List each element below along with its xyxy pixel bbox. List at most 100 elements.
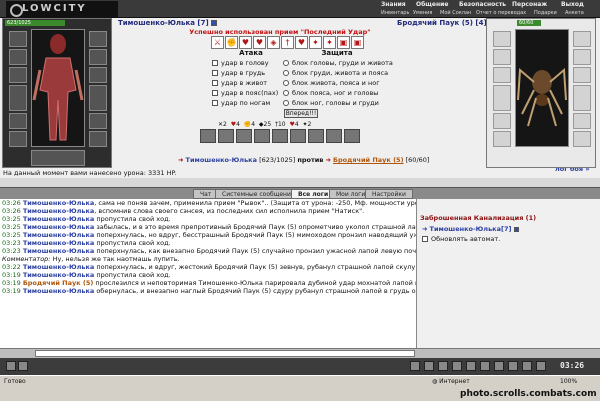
slot-belt[interactable] [493, 131, 511, 147]
slot-helmet[interactable] [493, 31, 511, 47]
slot-amulet[interactable] [9, 67, 27, 83]
menu-knowledge[interactable]: Знания [381, 1, 406, 9]
log-name-link[interactable]: Тимошенко-Юлька [23, 223, 94, 231]
toolbar-button[interactable] [508, 361, 518, 371]
slot-ring-1[interactable] [89, 49, 107, 65]
defense-option[interactable]: блок груди, живота и пояса [283, 68, 393, 78]
skill-slot[interactable] [308, 129, 324, 143]
skill-slot[interactable] [344, 129, 360, 143]
enemy-name[interactable]: Бродячий Паук (5) [4] [397, 19, 498, 27]
info-icon[interactable] [211, 20, 218, 26]
combo-icon[interactable]: ⚔ [211, 36, 224, 49]
skill-slot[interactable] [254, 129, 270, 143]
slot-belt[interactable] [9, 131, 27, 147]
skill-slot[interactable] [218, 129, 234, 143]
toolbar-button[interactable] [424, 361, 434, 371]
submenu-gifts[interactable]: Подарки [534, 9, 557, 17]
log-name-link[interactable]: Тимошенко-Юлька [23, 231, 94, 239]
skill-slot[interactable] [326, 129, 342, 143]
shield-icon[interactable]: ◈ [267, 36, 280, 49]
slot-pants[interactable] [573, 113, 591, 129]
menu-security[interactable]: Безопасность [459, 1, 506, 9]
log-name-link[interactable]: Тимошенко-Юлька [23, 207, 94, 215]
skill-slot[interactable] [200, 129, 216, 143]
log-name-link[interactable]: Тимошенко-Юлька [23, 271, 94, 279]
slot-earrings[interactable] [9, 49, 27, 65]
submenu-profile[interactable]: Анкета [565, 9, 584, 17]
toolbar-button[interactable] [480, 361, 490, 371]
slot-armor[interactable] [9, 113, 27, 129]
log-name-link[interactable]: Тимошенко-Юлька [23, 247, 94, 255]
attack-option[interactable]: удар в грудь [212, 68, 278, 78]
blade-icon[interactable]: † [281, 36, 294, 49]
slot-pants[interactable] [89, 113, 107, 129]
log-name-link[interactable]: Комментатор: [2, 255, 51, 263]
toolbar-button[interactable] [536, 361, 546, 371]
info-icon[interactable] [513, 227, 519, 232]
slot-weapon[interactable] [493, 85, 511, 111]
slot-gloves[interactable] [89, 31, 107, 47]
skill-slot[interactable] [290, 129, 306, 143]
slot-earrings[interactable] [493, 49, 511, 65]
submenu-clan[interactable]: Мой Соклан [440, 9, 471, 17]
versus-player-link[interactable]: Тимошенко-Юлька [186, 156, 257, 164]
attack-option[interactable]: удар по ногам [212, 98, 278, 108]
slot-weapon[interactable] [9, 85, 27, 111]
forward-button[interactable]: Вперед!!! [284, 109, 318, 118]
block-icon[interactable]: ▣ [337, 36, 350, 49]
tab-settings[interactable]: Настройки [365, 189, 413, 199]
attack-option[interactable]: удар в живот [212, 78, 278, 88]
toolbar-button[interactable] [522, 361, 532, 371]
slot-ring-1[interactable] [573, 49, 591, 65]
slot-amulet[interactable] [493, 67, 511, 83]
menu-character[interactable]: Персонаж [512, 1, 547, 9]
heart-icon[interactable]: ♥ [295, 36, 308, 49]
hit-icon[interactable]: ✦ [309, 36, 322, 49]
slot-gloves[interactable] [573, 31, 591, 47]
auto-update-toggle[interactable]: Обновлять автомат. [422, 235, 500, 243]
zoom-level[interactable]: 100% [560, 378, 577, 385]
log-name-link[interactable]: Тимошенко-Юлька [23, 239, 94, 247]
heart-icon[interactable]: ♥ [253, 36, 266, 49]
slot-boots[interactable] [573, 131, 591, 147]
chat-input[interactable] [35, 350, 415, 357]
slot-ring-2[interactable] [573, 67, 591, 83]
defense-option[interactable]: блок ног, головы и груди [283, 98, 393, 108]
player-name[interactable]: Тимошенко-Юлька [7] [118, 19, 220, 27]
toolbar-button[interactable] [494, 361, 504, 371]
attack-option[interactable]: удар в голову [212, 58, 278, 68]
slot-shield[interactable] [89, 85, 107, 111]
submenu-transfers[interactable]: Отчет о переводах [476, 9, 526, 17]
log-name-link[interactable]: Тимошенко-Юлька [23, 287, 94, 295]
toolbar-button[interactable] [452, 361, 462, 371]
menu-communication[interactable]: Общение [416, 1, 448, 9]
slot-boots[interactable] [89, 131, 107, 147]
log-name-link[interactable]: Тимошенко-Юлька [23, 263, 94, 271]
toolbar-button[interactable] [410, 361, 420, 371]
checkbox-icon[interactable] [422, 236, 428, 242]
toolbar-button[interactable] [18, 361, 28, 371]
slot-ring-2[interactable] [89, 67, 107, 83]
slot-helmet[interactable] [9, 31, 27, 47]
menu-exit[interactable]: Выход [561, 1, 584, 9]
log-name-link[interactable]: Тимошенко-Юлька [23, 199, 94, 207]
skill-slot[interactable] [236, 129, 252, 143]
toolbar-button[interactable] [466, 361, 476, 371]
tab-system-messages[interactable]: Системные сообщения [215, 189, 302, 199]
heart-icon[interactable]: ♥ [239, 36, 252, 49]
submenu-skills[interactable]: Умения [413, 9, 432, 17]
slot-shield[interactable] [573, 85, 591, 111]
defense-option[interactable]: блок живота, пояса и ног [283, 78, 393, 88]
toolbar-button[interactable] [438, 361, 448, 371]
skill-slot[interactable] [272, 129, 288, 143]
fist-icon[interactable]: ✊ [225, 36, 238, 49]
defense-option[interactable]: блок пояса, ног и головы [283, 88, 393, 98]
block-icon[interactable]: ▣ [351, 36, 364, 49]
slot-armor[interactable] [493, 113, 511, 129]
log-name-link[interactable]: Бродячий Паук (5) [23, 279, 94, 287]
attack-option[interactable]: удар в пояс(пах) [212, 88, 278, 98]
location-member[interactable]: ➜ Тимошенко-Юлька[7] [422, 225, 522, 233]
defense-option[interactable]: блок головы, груди и живота [283, 58, 393, 68]
hit-icon[interactable]: ✦ [323, 36, 336, 49]
log-name-link[interactable]: Тимошенко-Юлька [23, 215, 94, 223]
